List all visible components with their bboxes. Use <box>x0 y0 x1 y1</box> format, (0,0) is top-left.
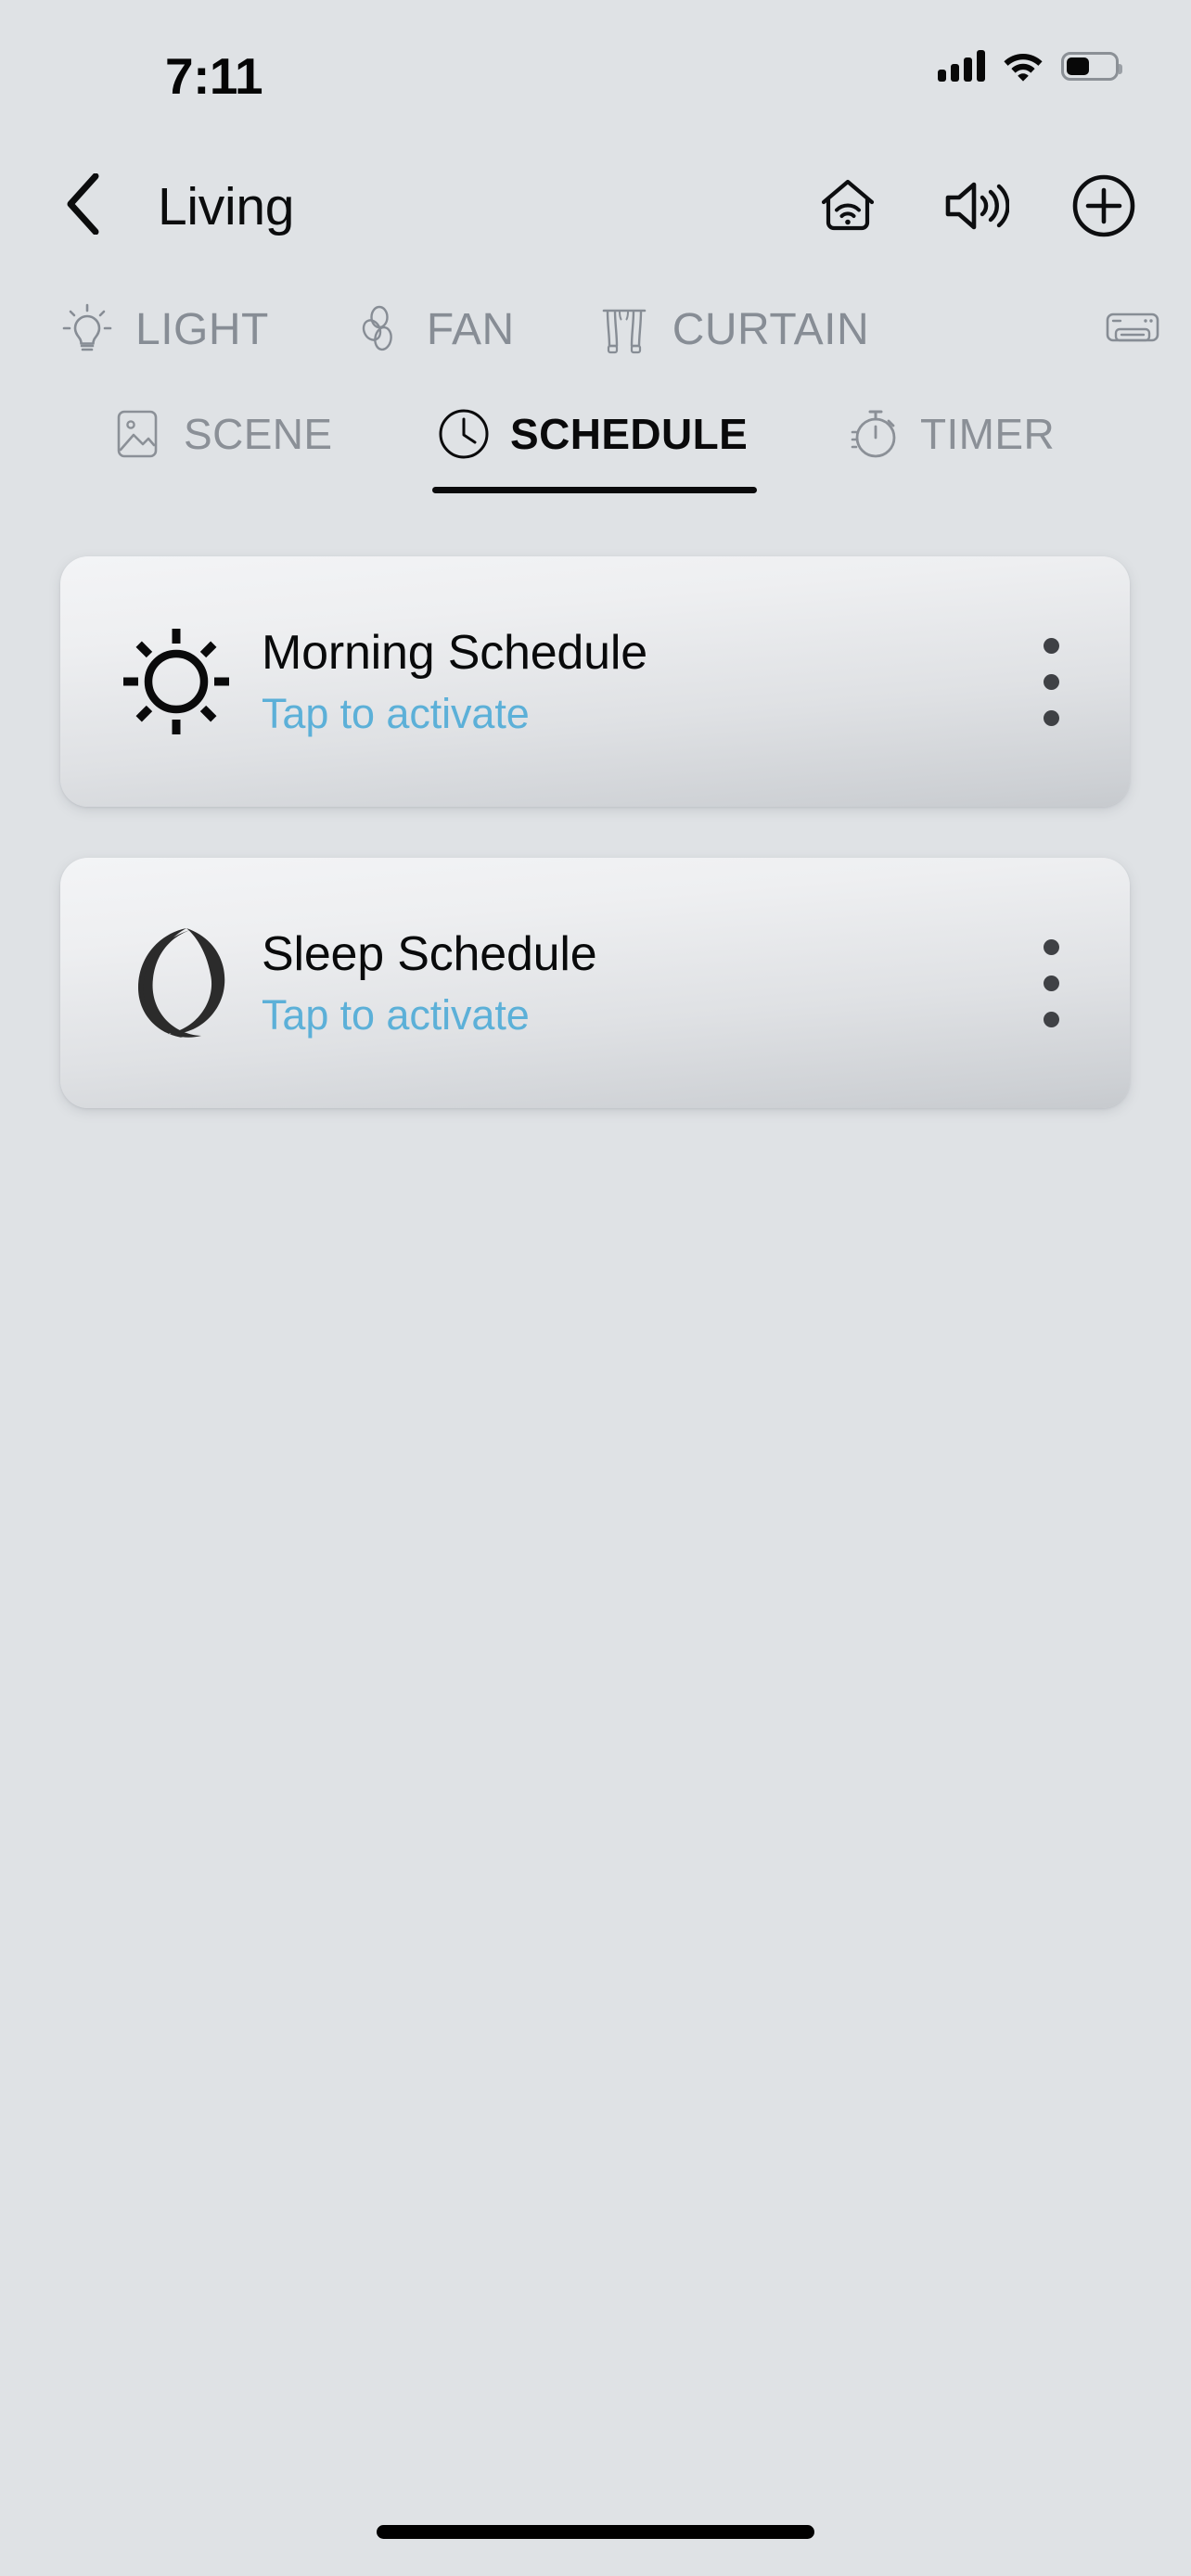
status-bar: 7:11 <box>0 0 1191 139</box>
moon-icon <box>102 909 250 1057</box>
tab-timer[interactable]: TIMER <box>846 406 1055 462</box>
page-title: Living <box>158 177 295 236</box>
sub-tab-bar: SCENE SCHEDULE TIMER <box>0 389 1191 510</box>
lightbulb-icon <box>58 300 117 359</box>
app-screen: 7:11 Living LIGHT FAN CURTAIN SCENE SCHE… <box>0 0 1191 2576</box>
stopwatch-icon <box>846 406 902 462</box>
category-tab-fan-label: FAN <box>426 304 515 354</box>
tab-scene-label: SCENE <box>184 410 333 458</box>
tab-schedule[interactable]: SCHEDULE <box>432 406 757 493</box>
navigation-bar: Living <box>0 150 1191 260</box>
image-icon <box>109 406 165 462</box>
category-tab-air-conditioner[interactable] <box>1074 278 1191 380</box>
status-bar-time: 7:11 <box>165 47 263 105</box>
chevron-left-icon <box>67 173 99 235</box>
schedule-card-morning-more-button[interactable] <box>1000 556 1102 807</box>
home-wifi-icon[interactable] <box>814 172 881 239</box>
schedule-card-sleep-title: Sleep Schedule <box>262 927 597 982</box>
schedule-card-morning-title: Morning Schedule <box>262 626 647 681</box>
category-tab-bar[interactable]: LIGHT FAN CURTAIN <box>0 278 1191 380</box>
battery-icon <box>1061 51 1122 81</box>
category-tab-fan[interactable]: FAN <box>349 300 515 359</box>
schedule-card-sleep-more-button[interactable] <box>1000 858 1102 1108</box>
category-tab-curtain[interactable]: CURTAIN <box>595 300 869 359</box>
nav-actions <box>814 172 1137 239</box>
home-indicator <box>377 2525 814 2539</box>
schedule-card-sleep-subtitle: Tap to activate <box>262 990 530 1039</box>
speaker-icon[interactable] <box>942 172 1009 239</box>
schedule-card-morning-text: Morning Schedule Tap to activate <box>250 628 1000 735</box>
schedule-card-sleep[interactable]: Sleep Schedule Tap to activate <box>60 858 1130 1108</box>
back-button[interactable] <box>54 171 113 237</box>
tab-schedule-label: SCHEDULE <box>510 410 749 458</box>
more-vertical-icon-dot <box>1043 673 1059 690</box>
category-tab-light[interactable]: LIGHT <box>58 300 269 359</box>
schedule-list: Morning Schedule Tap to activate Sleep S… <box>60 556 1130 1159</box>
more-vertical-icon-dot <box>1043 1011 1059 1027</box>
status-bar-indicators <box>938 50 1122 82</box>
more-vertical-icon-dot <box>1043 975 1059 991</box>
more-vertical-icon-dot <box>1043 637 1059 654</box>
tab-timer-label: TIMER <box>920 410 1056 458</box>
more-vertical-icon-dot <box>1043 709 1059 726</box>
tab-scene[interactable]: SCENE <box>109 406 332 462</box>
category-tab-curtain-label: CURTAIN <box>672 304 870 354</box>
sun-icon <box>102 607 250 756</box>
fan-blades-icon <box>349 300 408 359</box>
clock-icon <box>436 406 492 462</box>
category-tab-light-label: LIGHT <box>135 304 269 354</box>
more-vertical-icon-dot <box>1043 938 1059 955</box>
curtain-icon <box>595 300 654 359</box>
active-tab-underline <box>432 487 757 493</box>
cellular-signal-icon <box>938 50 985 82</box>
schedule-card-morning[interactable]: Morning Schedule Tap to activate <box>60 556 1130 807</box>
wifi-icon <box>1004 54 1043 82</box>
schedule-card-sleep-text: Sleep Schedule Tap to activate <box>250 929 1000 1037</box>
air-conditioner-icon <box>1104 307 1161 352</box>
add-circle-icon[interactable] <box>1070 172 1137 239</box>
schedule-card-morning-subtitle: Tap to activate <box>262 689 530 737</box>
